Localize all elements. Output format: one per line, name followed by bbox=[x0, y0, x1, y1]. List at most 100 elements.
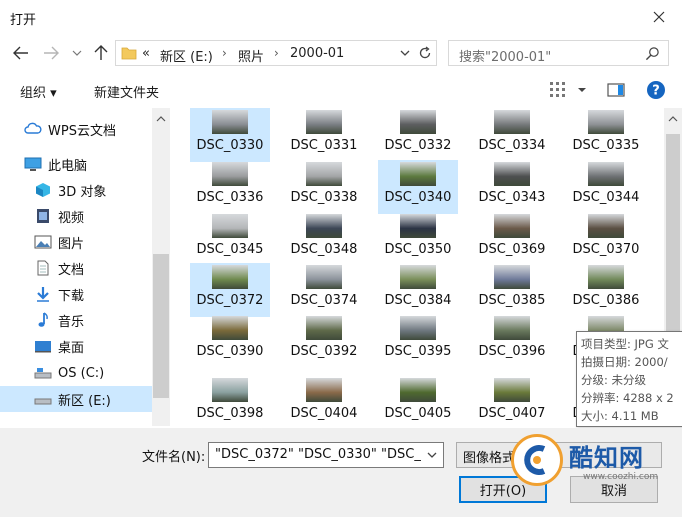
chevron-down-icon[interactable] bbox=[572, 80, 592, 100]
file-name: DSC_0392 bbox=[290, 344, 358, 359]
file-item[interactable]: DSC_0370 bbox=[566, 212, 646, 266]
file-item[interactable]: DSC_0330 bbox=[190, 108, 270, 162]
scroll-up-icon[interactable] bbox=[668, 114, 678, 124]
document-icon bbox=[37, 260, 49, 276]
sidebar-item-pictures[interactable]: 图片 bbox=[0, 229, 152, 255]
breadcrumb-separator[interactable]: › bbox=[274, 46, 279, 60]
sidebar-item-os-c[interactable]: OS (C:) bbox=[0, 360, 152, 386]
file-thumbnail bbox=[494, 162, 530, 186]
filename-input[interactable]: "DSC_0372" "DSC_0330" "DSC_0340" bbox=[208, 442, 444, 468]
recent-dropdown[interactable] bbox=[66, 42, 88, 64]
file-item[interactable]: DSC_0344 bbox=[566, 160, 646, 214]
search-placeholder: 搜索"2000-01" bbox=[459, 50, 552, 65]
file-item[interactable]: DSC_0407 bbox=[472, 376, 552, 426]
organize-button[interactable]: 组织 ▾ bbox=[20, 82, 57, 101]
new-folder-button[interactable]: 新建文件夹 bbox=[94, 82, 159, 101]
scroll-up-icon[interactable] bbox=[156, 114, 166, 124]
preview-pane-icon[interactable] bbox=[606, 80, 626, 100]
sidebar-scroll-thumb[interactable] bbox=[153, 254, 169, 398]
file-item[interactable]: DSC_0332 bbox=[378, 108, 458, 162]
file-name: DSC_0340 bbox=[384, 190, 452, 205]
file-thumbnail bbox=[588, 162, 624, 186]
file-thumbnail bbox=[306, 214, 342, 238]
file-item[interactable]: DSC_0334 bbox=[472, 108, 552, 162]
sidebar-item-documents[interactable]: 文档 bbox=[0, 255, 152, 281]
address-bar[interactable]: « 新区 (E:) › 照片 › 2000-01 bbox=[115, 40, 437, 66]
breadcrumb-photos[interactable]: 照片 bbox=[238, 46, 264, 65]
file-thumbnail bbox=[400, 162, 436, 186]
sidebar-item-label: 视频 bbox=[58, 210, 85, 226]
breadcrumb-separator[interactable]: › bbox=[222, 46, 227, 60]
file-item[interactable]: DSC_0336 bbox=[190, 160, 270, 214]
file-name: DSC_0350 bbox=[384, 242, 452, 257]
file-item[interactable]: DSC_0398 bbox=[190, 376, 270, 426]
tooltip-size: 大小: 4.11 MB bbox=[581, 409, 659, 423]
file-item[interactable]: DSC_0372 bbox=[190, 263, 270, 317]
chevron-down-icon[interactable] bbox=[426, 449, 438, 461]
file-name: DSC_0372 bbox=[196, 293, 264, 308]
sidebar-item-this-pc[interactable]: 此电脑 bbox=[0, 151, 152, 177]
sidebar-item-music[interactable]: 音乐 bbox=[0, 307, 152, 333]
forward-button[interactable] bbox=[40, 42, 62, 64]
file-item[interactable]: DSC_0384 bbox=[378, 263, 458, 317]
file-name: DSC_0348 bbox=[290, 242, 358, 257]
file-item[interactable]: DSC_0345 bbox=[190, 212, 270, 266]
file-item[interactable]: DSC_0374 bbox=[284, 263, 364, 317]
file-item[interactable]: DSC_0348 bbox=[284, 212, 364, 266]
up-button[interactable] bbox=[90, 42, 112, 64]
file-item[interactable]: DSC_0404 bbox=[284, 376, 364, 426]
file-item[interactable]: DSC_0396 bbox=[472, 314, 552, 368]
chevron-down-icon[interactable] bbox=[397, 45, 413, 61]
file-thumbnail bbox=[212, 378, 248, 402]
file-name: DSC_0404 bbox=[290, 406, 358, 421]
close-button[interactable] bbox=[636, 0, 682, 34]
sidebar-item-desktop[interactable]: 桌面 bbox=[0, 333, 152, 359]
view-grid-icon[interactable] bbox=[548, 80, 568, 100]
file-item[interactable]: DSC_0405 bbox=[378, 376, 458, 426]
file-thumbnail bbox=[400, 378, 436, 402]
help-icon[interactable]: ? bbox=[646, 80, 666, 100]
refresh-icon[interactable] bbox=[417, 45, 433, 61]
breadcrumb-overflow[interactable]: « bbox=[142, 46, 150, 61]
sidebar-item-videos[interactable]: 视频 bbox=[0, 203, 152, 229]
file-name: DSC_0407 bbox=[478, 406, 546, 421]
file-name: DSC_0370 bbox=[572, 242, 640, 257]
filename-label: 文件名(N): bbox=[142, 450, 206, 465]
file-name: DSC_0386 bbox=[572, 293, 640, 308]
sidebar-item-3d-objects[interactable]: 3D 对象 bbox=[0, 177, 152, 203]
file-item[interactable]: DSC_0350 bbox=[378, 212, 458, 266]
file-item[interactable]: DSC_0335 bbox=[566, 108, 646, 162]
breadcrumb-drive[interactable]: 新区 (E:) bbox=[160, 46, 213, 65]
tooltip-type: 项目类型: JPG 文 bbox=[581, 337, 669, 351]
file-item[interactable]: DSC_0331 bbox=[284, 108, 364, 162]
breadcrumb-current[interactable]: 2000-01 bbox=[290, 46, 344, 61]
sidebar-item-wps-cloud[interactable]: WPS云文档 bbox=[0, 116, 152, 142]
file-name: DSC_0385 bbox=[478, 293, 546, 308]
file-item[interactable]: DSC_0385 bbox=[472, 263, 552, 317]
file-item[interactable]: DSC_0369 bbox=[472, 212, 552, 266]
sidebar-scrollbar[interactable] bbox=[152, 108, 170, 426]
file-name: DSC_0335 bbox=[572, 138, 640, 153]
file-name: DSC_0396 bbox=[478, 344, 546, 359]
file-item[interactable]: DSC_0340 bbox=[378, 160, 458, 214]
organize-label: 组织 bbox=[20, 86, 47, 101]
sidebar-item-downloads[interactable]: 下载 bbox=[0, 281, 152, 307]
file-thumbnail bbox=[400, 214, 436, 238]
file-name: DSC_0330 bbox=[196, 138, 264, 153]
forward-arrow-icon bbox=[44, 46, 59, 60]
back-button[interactable] bbox=[10, 42, 32, 64]
file-item[interactable]: DSC_0390 bbox=[190, 314, 270, 368]
file-item[interactable]: DSC_0392 bbox=[284, 314, 364, 368]
file-item[interactable]: DSC_0386 bbox=[566, 263, 646, 317]
music-icon bbox=[38, 312, 48, 327]
file-item[interactable]: DSC_0338 bbox=[284, 160, 364, 214]
file-item[interactable]: DSC_0395 bbox=[378, 314, 458, 368]
search-input[interactable]: 搜索"2000-01" bbox=[448, 40, 669, 66]
command-bar: 组织 ▾ 新建文件夹 ? bbox=[0, 74, 682, 106]
sidebar-item-label: 桌面 bbox=[58, 340, 85, 356]
search-icon bbox=[645, 47, 659, 61]
sidebar-item-new-e[interactable]: 新区 (E:) bbox=[0, 386, 152, 412]
file-name: DSC_0334 bbox=[478, 138, 546, 153]
svg-text:?: ? bbox=[652, 84, 660, 99]
file-item[interactable]: DSC_0343 bbox=[472, 160, 552, 214]
